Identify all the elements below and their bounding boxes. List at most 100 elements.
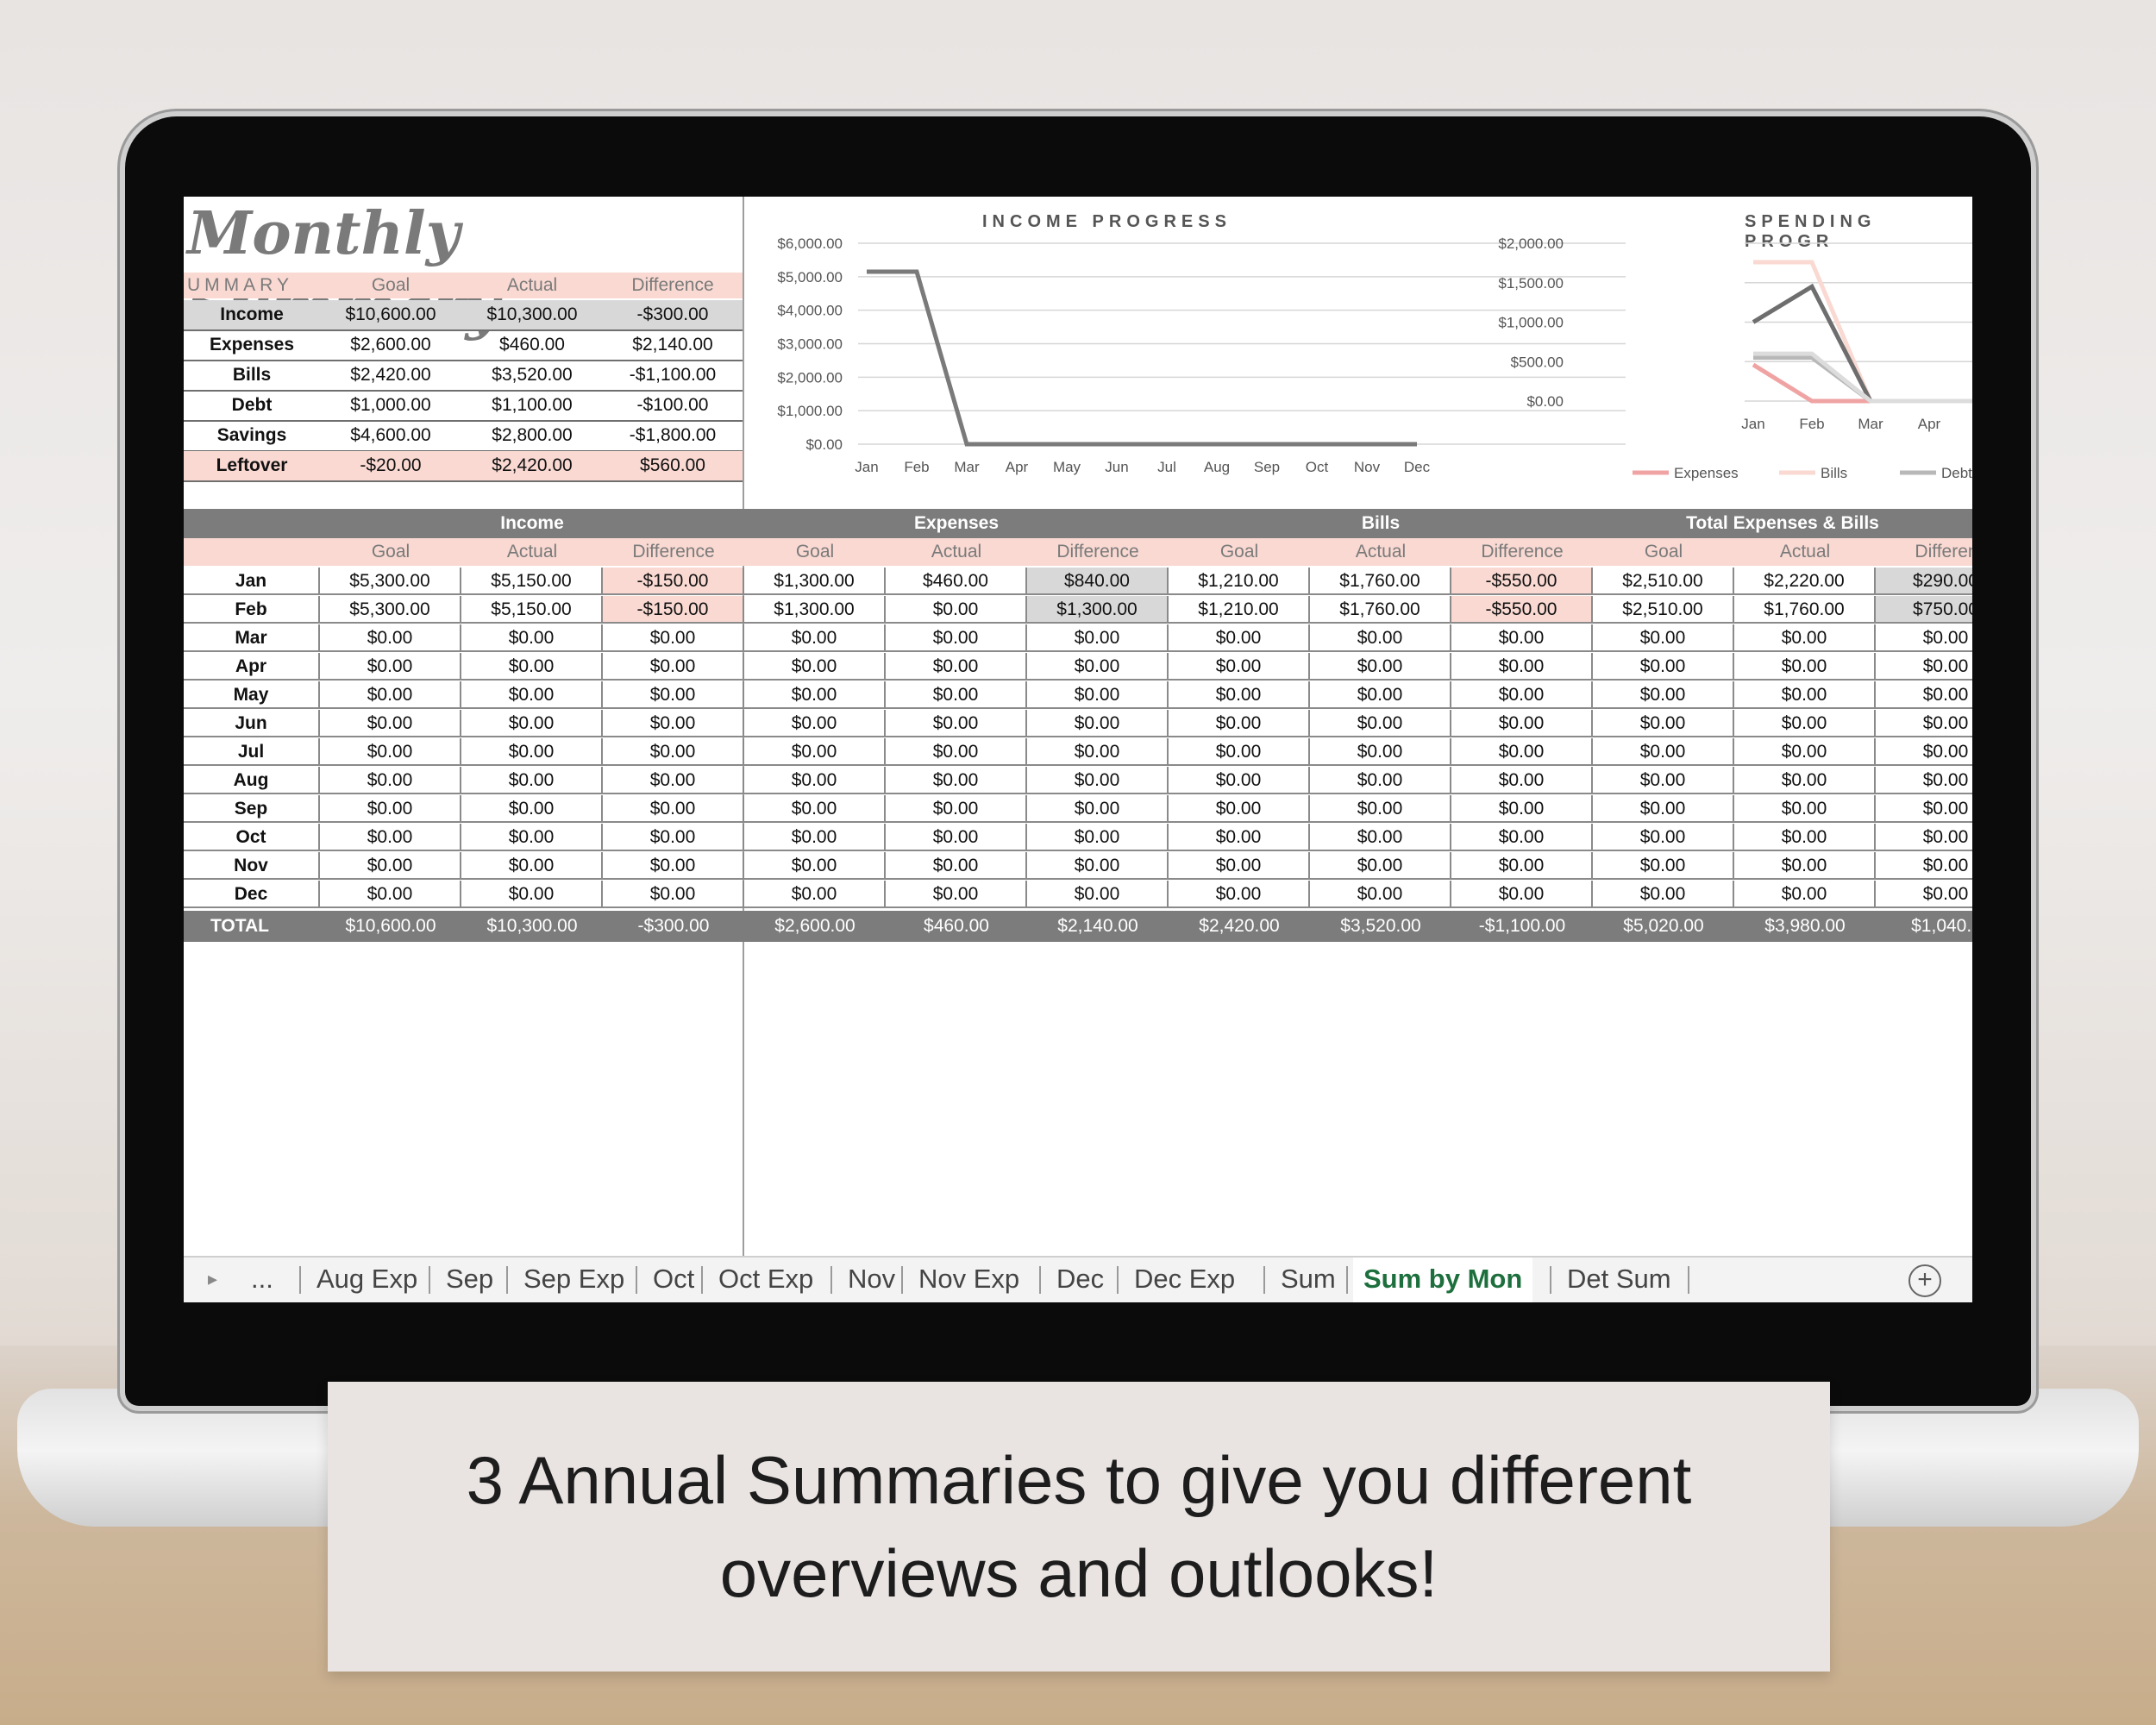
table-cell[interactable]: $0.00 — [1310, 881, 1451, 908]
table-cell[interactable]: $0.00 — [603, 767, 744, 794]
table-cell[interactable]: $0.00 — [1451, 824, 1593, 851]
table-cell[interactable]: $5,300.00 — [320, 596, 461, 624]
table-cell[interactable]: $0.00 — [886, 624, 1027, 652]
table-cell[interactable]: $0.00 — [1593, 767, 1734, 794]
month-label[interactable]: Sep — [184, 795, 320, 823]
table-cell[interactable]: $0.00 — [320, 824, 461, 851]
total-cell[interactable]: $5,020.00 — [1593, 911, 1734, 942]
add-sheet-button[interactable]: + — [1908, 1264, 1941, 1297]
table-cell[interactable]: $0.00 — [603, 738, 744, 766]
table-cell[interactable]: $460.00 — [886, 568, 1027, 595]
table-cell[interactable]: $0.00 — [1593, 738, 1734, 766]
table-cell[interactable]: $2,510.00 — [1593, 596, 1734, 624]
table-cell[interactable]: $0.00 — [1310, 738, 1451, 766]
table-cell[interactable]: $750.00 — [1876, 596, 1972, 624]
table-cell[interactable]: $0.00 — [1451, 881, 1593, 908]
table-cell[interactable]: -$550.00 — [1451, 568, 1593, 595]
month-label[interactable]: Feb — [184, 596, 320, 624]
table-cell[interactable]: $0.00 — [744, 852, 886, 880]
table-cell[interactable]: $0.00 — [886, 738, 1027, 766]
month-label[interactable]: Jul — [184, 738, 320, 766]
table-cell[interactable]: $0.00 — [603, 795, 744, 823]
table-cell[interactable]: $0.00 — [603, 624, 744, 652]
table-cell[interactable]: $0.00 — [1169, 653, 1310, 681]
table-cell[interactable]: $0.00 — [1734, 710, 1876, 737]
table-cell[interactable]: $0.00 — [744, 653, 886, 681]
table-cell[interactable]: $5,300.00 — [320, 568, 461, 595]
table-cell[interactable]: $0.00 — [1451, 681, 1593, 709]
total-cell[interactable]: $2,600.00 — [744, 911, 886, 942]
month-label[interactable]: Nov — [184, 852, 320, 880]
table-cell[interactable]: $0.00 — [1027, 881, 1169, 908]
table-cell[interactable]: $0.00 — [1451, 738, 1593, 766]
table-cell[interactable]: $0.00 — [1027, 653, 1169, 681]
total-cell[interactable]: $460.00 — [886, 911, 1027, 942]
table-cell[interactable]: $0.00 — [1169, 738, 1310, 766]
total-cell[interactable]: $1,040.0 — [1876, 911, 1972, 942]
table-cell[interactable]: $0.00 — [320, 653, 461, 681]
month-label[interactable]: Dec — [184, 881, 320, 908]
table-cell[interactable]: $0.00 — [1027, 824, 1169, 851]
summary-actual-cell[interactable]: $3,520.00 — [461, 361, 603, 390]
table-cell[interactable]: $0.00 — [461, 738, 603, 766]
tab-sum[interactable]: Sum — [1270, 1258, 1346, 1302]
summary-label-cell[interactable]: Bills — [184, 361, 320, 390]
summary-label-cell[interactable]: Expenses — [184, 330, 320, 360]
total-cell[interactable]: $3,980.00 — [1734, 911, 1876, 942]
more-tabs-button[interactable]: ... — [251, 1258, 273, 1302]
table-cell[interactable]: $0.00 — [461, 767, 603, 794]
tab-det-sum[interactable]: Det Sum — [1557, 1258, 1682, 1302]
table-cell[interactable]: $0.00 — [603, 653, 744, 681]
month-label[interactable]: Jan — [184, 568, 320, 595]
month-label[interactable]: Apr — [184, 653, 320, 681]
table-cell[interactable]: $0.00 — [886, 824, 1027, 851]
table-cell[interactable]: $0.00 — [320, 767, 461, 794]
tab-dec-exp[interactable]: Dec Exp — [1124, 1258, 1245, 1302]
table-cell[interactable]: $0.00 — [1734, 852, 1876, 880]
table-cell[interactable]: $0.00 — [1734, 881, 1876, 908]
table-cell[interactable]: $0.00 — [1027, 852, 1169, 880]
total-cell[interactable]: -$1,100.00 — [1451, 911, 1593, 942]
table-cell[interactable]: $0.00 — [1876, 767, 1972, 794]
table-cell[interactable]: $0.00 — [461, 681, 603, 709]
table-cell[interactable]: $0.00 — [1876, 881, 1972, 908]
table-cell[interactable]: $0.00 — [1734, 738, 1876, 766]
table-cell[interactable]: $0.00 — [320, 681, 461, 709]
tab-sep-exp[interactable]: Sep Exp — [513, 1258, 635, 1302]
table-cell[interactable]: $0.00 — [1310, 681, 1451, 709]
table-cell[interactable]: $0.00 — [1734, 653, 1876, 681]
table-cell[interactable]: $0.00 — [1451, 624, 1593, 652]
table-cell[interactable]: $0.00 — [1169, 852, 1310, 880]
table-cell[interactable]: $0.00 — [886, 881, 1027, 908]
table-cell[interactable]: $0.00 — [1876, 653, 1972, 681]
total-cell[interactable]: -$300.00 — [603, 911, 744, 942]
total-cell[interactable]: $2,420.00 — [1169, 911, 1310, 942]
table-cell[interactable]: $0.00 — [1169, 881, 1310, 908]
table-cell[interactable]: $0.00 — [603, 681, 744, 709]
table-cell[interactable]: $0.00 — [320, 852, 461, 880]
table-cell[interactable]: -$150.00 — [603, 568, 744, 595]
table-cell[interactable]: $0.00 — [886, 710, 1027, 737]
summary-label-cell[interactable]: Leftover — [184, 451, 320, 480]
table-cell[interactable]: $1,300.00 — [744, 596, 886, 624]
table-cell[interactable]: $0.00 — [744, 710, 886, 737]
summary-goal-cell[interactable]: $2,420.00 — [320, 361, 461, 390]
table-cell[interactable]: $0.00 — [1310, 767, 1451, 794]
table-cell[interactable]: $0.00 — [1593, 681, 1734, 709]
summary-actual-cell[interactable]: $2,800.00 — [461, 421, 603, 450]
table-cell[interactable]: $0.00 — [1876, 852, 1972, 880]
table-cell[interactable]: $0.00 — [1310, 624, 1451, 652]
tab-nov[interactable]: Nov — [837, 1258, 906, 1302]
table-cell[interactable]: $0.00 — [461, 881, 603, 908]
table-cell[interactable]: $0.00 — [1169, 767, 1310, 794]
table-cell[interactable]: $0.00 — [744, 681, 886, 709]
table-cell[interactable]: $0.00 — [603, 710, 744, 737]
table-cell[interactable]: $0.00 — [1451, 710, 1593, 737]
table-cell[interactable]: $0.00 — [1734, 767, 1876, 794]
table-cell[interactable]: $0.00 — [886, 653, 1027, 681]
table-cell[interactable]: -$550.00 — [1451, 596, 1593, 624]
table-cell[interactable]: $0.00 — [1876, 624, 1972, 652]
table-cell[interactable]: $0.00 — [744, 738, 886, 766]
table-cell[interactable]: $0.00 — [744, 881, 886, 908]
table-cell[interactable]: $1,760.00 — [1734, 596, 1876, 624]
